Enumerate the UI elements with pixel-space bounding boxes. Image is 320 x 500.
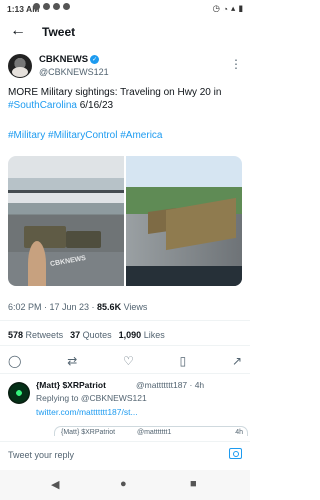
reply-input[interactable]: Tweet your reply	[8, 450, 74, 460]
tweet-date-text: 6/16/23	[76, 100, 114, 111]
tweet-text-start: MORE Military sightings: Traveling on Hw…	[8, 87, 222, 98]
likes-stat[interactable]: 1,090 Likes	[119, 330, 165, 340]
alarm-icon: ◷	[212, 3, 220, 13]
quotes-stat[interactable]: 37 Quotes	[70, 330, 112, 340]
replying-to-text: Replying to @CBKNEWS121	[36, 393, 147, 403]
tiktok-icon	[63, 3, 70, 10]
android-navigation-bar: ◀ ● ■	[0, 470, 250, 500]
messenger-icon	[33, 3, 40, 10]
military-trucks-gas-station-image[interactable]: CBKNEWS	[8, 156, 124, 286]
reply-link[interactable]: twitter.com/mattttttt187/st...	[36, 407, 138, 417]
retweets-stat[interactable]: 578 Retweets	[8, 330, 63, 340]
divider	[0, 373, 250, 374]
back-icon[interactable]: ◀	[51, 478, 59, 491]
divider	[0, 320, 250, 321]
tweet-media-gallery[interactable]: CBKNEWS	[8, 156, 242, 286]
recent-apps-icon[interactable]: ■	[190, 478, 197, 490]
car-dashboard	[126, 266, 242, 286]
reply-icon[interactable]: ◯	[8, 354, 21, 368]
wifi-icon: ◔	[222, 3, 229, 14]
retweets-count: 578	[8, 330, 24, 340]
tweet-text: MORE Military sightings: Traveling on Hw…	[8, 86, 244, 112]
military-convoy-highway-image[interactable]	[126, 156, 242, 286]
battery-icon: ▮	[238, 3, 243, 13]
hashtag-links[interactable]: #Military #MilitaryControl #America	[8, 130, 244, 141]
retweets-label: Retweets	[25, 330, 64, 340]
author-handle: @CBKNEWS121	[39, 67, 109, 77]
reply-handle-time: @mattttttt187 · 4h	[136, 380, 205, 390]
reply-tweet[interactable]: {Matt} $XRPatriot @mattttttt187 · 4h Rep…	[8, 380, 248, 436]
likes-label: Likes	[143, 330, 165, 340]
avatar[interactable]	[8, 382, 30, 404]
status-bar: 1:13 AM ◷ ◔ ▴ ▮	[0, 0, 250, 18]
tiktok-icon	[53, 3, 60, 10]
page-title: Tweet	[42, 25, 76, 39]
engagement-stats: 578 Retweets 37 Quotes 1,090 Likes	[8, 330, 165, 340]
tweet-author[interactable]: CBKNEWS ✓ @CBKNEWS121 ⋮	[8, 52, 242, 84]
avatar[interactable]	[8, 54, 32, 78]
back-arrow-icon[interactable]: ←	[10, 23, 26, 39]
reply-author-name: {Matt} $XRPatriot	[36, 380, 106, 390]
gas-station-canopy	[8, 178, 124, 193]
signal-icon: ▴	[231, 3, 236, 13]
messenger-icon	[43, 3, 50, 10]
retweet-icon[interactable]: ⇄	[67, 354, 77, 368]
more-options-icon[interactable]: ⋮	[230, 57, 242, 71]
like-icon[interactable]: ♡	[123, 354, 134, 368]
verified-badge-icon: ✓	[90, 55, 100, 64]
quotes-count: 37	[70, 330, 81, 340]
quoted-author-name: {Matt} $XRPatriot	[61, 429, 116, 436]
top-bar: ← Tweet	[0, 20, 250, 46]
views-label: Views	[121, 302, 148, 312]
quotes-label: Quotes	[82, 330, 112, 340]
notification-icons	[33, 3, 70, 10]
author-name-row: CBKNEWS ✓	[39, 54, 100, 65]
quoted-tweet-preview[interactable]: {Matt} $XRPatriot @mattttttt1 4h	[54, 426, 248, 436]
divider	[0, 345, 250, 346]
bookmark-icon[interactable]: ▯	[180, 354, 187, 368]
likes-count: 1,090	[118, 330, 142, 340]
military-truck	[66, 231, 101, 248]
quoted-author-handle: @mattttttt1	[137, 429, 172, 436]
system-icons: ◷ ◔ ▴ ▮	[212, 3, 243, 14]
tweet-timestamp: 6:02 PM · 17 Jun 23 ·	[8, 302, 98, 312]
tweet-actions: ◯ ⇄ ♡ ▯ ↗	[8, 354, 242, 368]
reply-composer[interactable]: Tweet your reply	[0, 441, 250, 469]
quoted-tweet-time: 4h	[235, 429, 243, 436]
tweet-meta: 6:02 PM · 17 Jun 23 · 85.6K Views	[8, 302, 147, 312]
person-silhouette	[28, 241, 46, 286]
views-count[interactable]: 85.6K	[97, 302, 121, 312]
home-icon[interactable]: ●	[120, 478, 127, 490]
image-watermark: CBKNEWS	[49, 254, 87, 269]
camera-icon[interactable]	[229, 448, 242, 459]
military-truck	[24, 226, 66, 248]
author-name: CBKNEWS	[39, 54, 89, 65]
hashtag-southcarolina-link[interactable]: #SouthCarolina	[8, 100, 77, 111]
share-icon[interactable]: ↗	[232, 354, 242, 368]
